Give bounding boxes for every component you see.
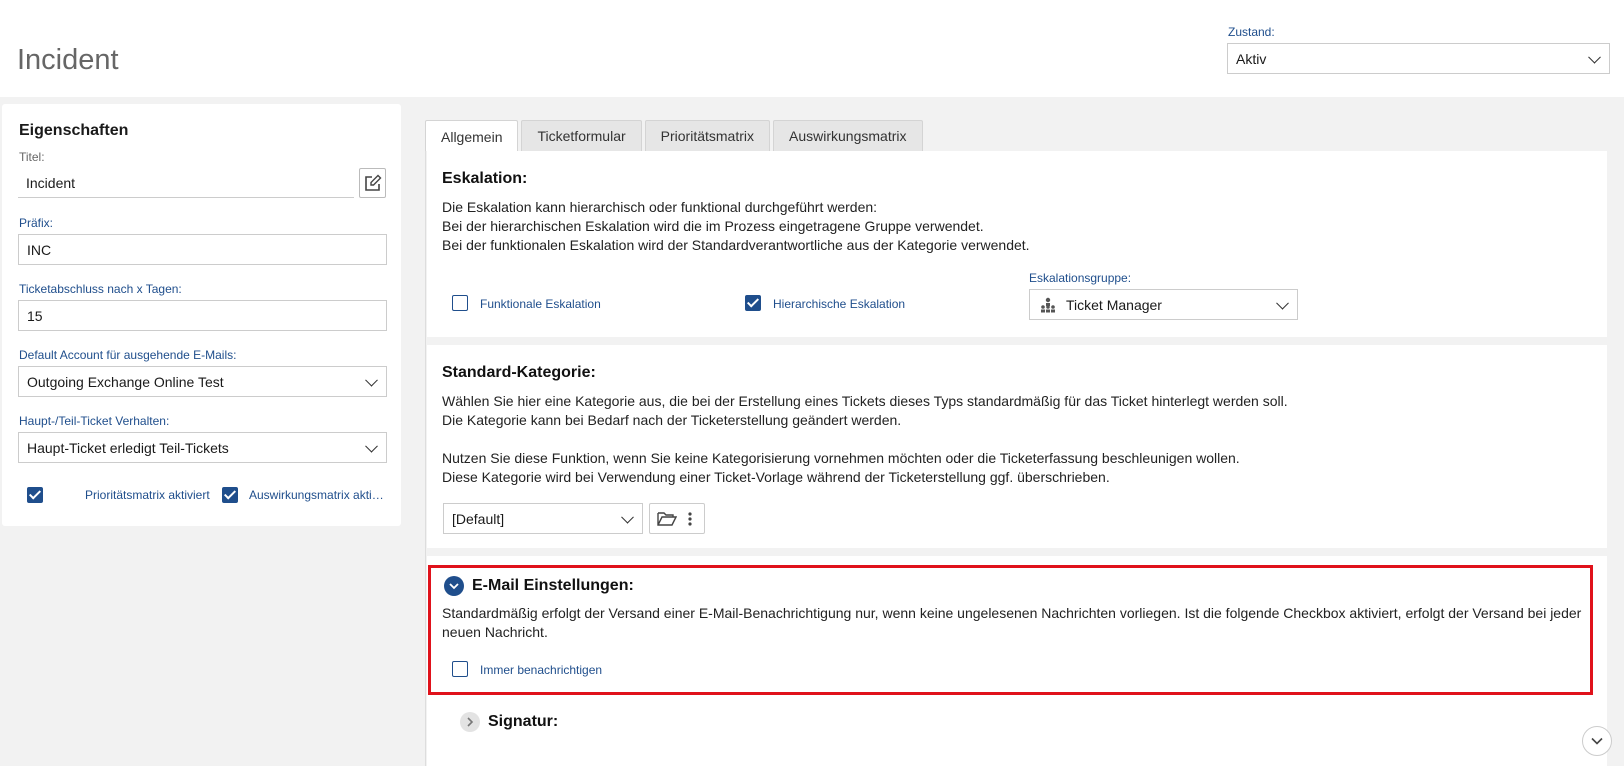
chevron-right-icon bbox=[467, 717, 474, 727]
escalation-group-value: Ticket Manager bbox=[1066, 296, 1162, 313]
more-vertical-icon[interactable] bbox=[683, 511, 697, 527]
folder-open-icon[interactable] bbox=[657, 511, 677, 527]
title-label: Titel: bbox=[19, 150, 45, 164]
page-header: Incident Zustand: Aktiv bbox=[0, 0, 1624, 97]
account-select[interactable]: Outgoing Exchange Online Test bbox=[18, 366, 387, 397]
state-value: Aktiv bbox=[1236, 50, 1267, 67]
parent-ticket-select[interactable]: Haupt-Ticket erledigt Teil-Tickets bbox=[18, 432, 387, 463]
page-title: Incident bbox=[17, 44, 119, 76]
prefix-input[interactable]: INC bbox=[18, 234, 387, 265]
category-actions bbox=[649, 503, 705, 534]
group-icon bbox=[1041, 297, 1055, 313]
ticket-close-label: Ticketabschluss nach x Tagen: bbox=[19, 282, 182, 296]
chevron-down-icon bbox=[1276, 296, 1289, 310]
tab-auswirkungsmatrix[interactable]: Auswirkungsmatrix bbox=[773, 120, 923, 151]
priority-matrix-checkbox[interactable] bbox=[27, 487, 43, 503]
account-label: Default Account für ausgehende E-Mails: bbox=[19, 348, 237, 362]
escalation-section: Eskalation: Die Eskalation kann hierarch… bbox=[427, 151, 1607, 337]
edit-icon bbox=[364, 174, 381, 191]
category-title: Standard-Kategorie: bbox=[442, 364, 596, 381]
escalation-group-label: Eskalationsgruppe: bbox=[1029, 271, 1132, 285]
escalation-title: Eskalation: bbox=[442, 170, 528, 187]
edit-title-button[interactable] bbox=[359, 168, 386, 198]
tab-bar: Allgemein Ticketformular Prioritätsmatri… bbox=[425, 120, 926, 152]
category-line-3: Nutzen Sie diese Funktion, wenn Sie kein… bbox=[442, 450, 1240, 466]
ticket-close-value: 15 bbox=[27, 307, 43, 324]
state-select[interactable]: Aktiv bbox=[1227, 43, 1610, 74]
priority-matrix-label: Prioritätsmatrix aktiviert bbox=[85, 488, 210, 502]
category-section: Standard-Kategorie: Wählen Sie hier eine… bbox=[427, 345, 1607, 548]
signature-expand-toggle[interactable] bbox=[460, 712, 480, 732]
tab-allgemein[interactable]: Allgemein bbox=[425, 120, 519, 152]
chevron-down-icon bbox=[1588, 50, 1601, 64]
scroll-down-button[interactable] bbox=[1582, 726, 1612, 756]
properties-panel: Eigenschaften Titel: Incident Präfix: IN… bbox=[2, 104, 401, 526]
tab-prioritaetsmatrix[interactable]: Prioritätsmatrix bbox=[644, 120, 771, 151]
impact-matrix-label: Auswirkungsmatrix aktiviert bbox=[249, 488, 385, 502]
escalation-line-3: Bei der funktionalen Eskalation wird der… bbox=[442, 237, 1030, 253]
account-value: Outgoing Exchange Online Test bbox=[27, 373, 224, 390]
tab-ticketformular[interactable]: Ticketformular bbox=[521, 120, 642, 151]
prefix-value: INC bbox=[27, 241, 52, 258]
category-line-2: Die Kategorie kann bei Bedarf nach der T… bbox=[442, 412, 902, 428]
hierarchical-escalation-checkbox[interactable] bbox=[745, 295, 761, 311]
functional-escalation-label: Funktionale Eskalation bbox=[480, 297, 601, 311]
prefix-label: Präfix: bbox=[19, 216, 54, 230]
title-value: Incident bbox=[26, 174, 76, 191]
escalation-group-select[interactable]: Ticket Manager bbox=[1029, 289, 1298, 320]
escalation-line-2: Bei der hierarchischen Eskalation wird d… bbox=[442, 218, 984, 234]
chevron-down-icon bbox=[365, 439, 378, 453]
escalation-line-1: Die Eskalation kann hierarchisch oder fu… bbox=[442, 199, 878, 215]
title-input[interactable]: Incident bbox=[18, 168, 354, 198]
parent-ticket-label: Haupt-/Teil-Ticket Verhalten: bbox=[19, 414, 170, 428]
parent-ticket-value: Haupt-Ticket erledigt Teil-Tickets bbox=[27, 439, 229, 456]
hierarchical-escalation-label: Hierarchische Eskalation bbox=[773, 297, 906, 311]
chevron-down-icon bbox=[365, 373, 378, 387]
ticket-close-input[interactable]: 15 bbox=[18, 300, 387, 331]
category-line-4: Diese Kategorie wird bei Verwendung eine… bbox=[442, 469, 1110, 485]
properties-heading: Eigenschaften bbox=[19, 122, 129, 139]
chevron-down-icon bbox=[1591, 737, 1603, 745]
highlight-box bbox=[428, 565, 1593, 695]
category-line-1: Wählen Sie hier eine Kategorie aus, die … bbox=[442, 393, 1288, 409]
state-label: Zustand: bbox=[1228, 25, 1275, 39]
functional-escalation-checkbox[interactable] bbox=[452, 295, 468, 311]
category-value: [Default] bbox=[452, 510, 505, 527]
category-select[interactable]: [Default] bbox=[443, 503, 643, 534]
impact-matrix-checkbox[interactable] bbox=[222, 487, 238, 503]
signature-title: Signatur: bbox=[488, 713, 559, 730]
chevron-down-icon bbox=[621, 510, 634, 524]
